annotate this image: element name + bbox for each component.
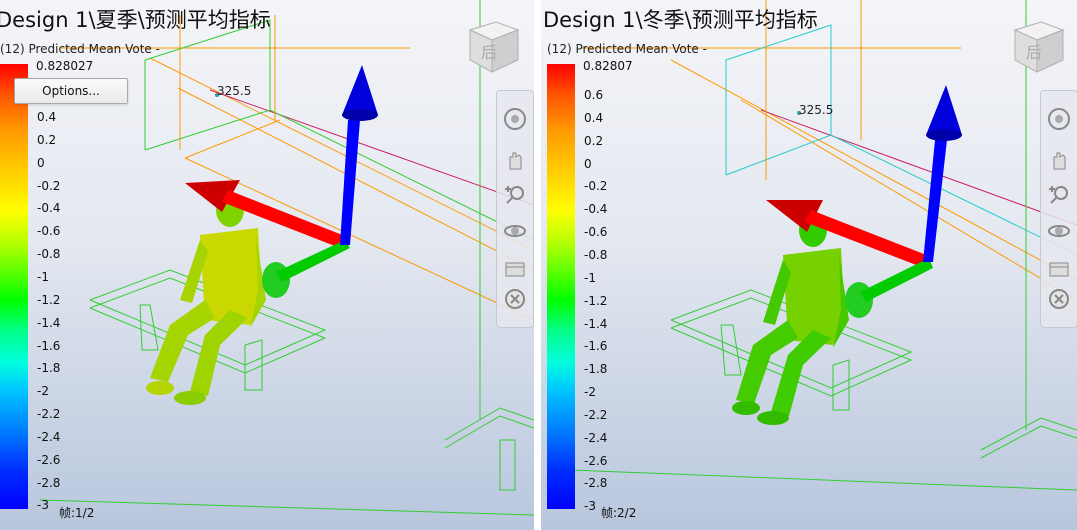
pan-icon[interactable] — [1045, 147, 1073, 175]
legend-tick: -1.2 — [37, 292, 61, 307]
axis-y-shaft — [276, 240, 350, 282]
rewind-icon[interactable] — [501, 285, 529, 313]
orbit-icon[interactable] — [501, 217, 529, 245]
legend-max-label: 0.82807 — [583, 59, 633, 73]
legend-tick: 0 — [584, 156, 592, 171]
bench-wire — [832, 359, 850, 411]
legend-tick: -0.8 — [37, 247, 61, 262]
legend-tick: -2.8 — [584, 476, 608, 491]
frame-counter: 帧:1/2 — [59, 506, 95, 520]
legend-tick: -2.2 — [37, 407, 61, 422]
legend-tick: -0.8 — [584, 247, 608, 262]
legend-tick: -0.2 — [37, 178, 61, 193]
viewcube-icon[interactable]: 后 — [462, 14, 524, 76]
bench-wire — [244, 339, 263, 391]
dimension-label: 325.5 — [799, 103, 833, 117]
legend-tick: -2 — [584, 385, 596, 400]
dimension-label: 325.5 — [217, 84, 251, 98]
legend-tick: -2.4 — [37, 429, 61, 444]
legend-tick: -2.2 — [584, 407, 608, 422]
viewcube-face-label: 后 — [481, 43, 497, 62]
legend-tick: -1.2 — [584, 293, 608, 308]
legend-tick: -0.2 — [584, 179, 608, 194]
bench-wire — [980, 417, 1077, 451]
viewcube-icon[interactable]: 后 — [1007, 14, 1069, 76]
frame-counter: 帧:2/2 — [601, 506, 637, 520]
legend-tick: -1 — [584, 270, 596, 285]
wire-line — [184, 119, 281, 159]
wire-line — [570, 469, 1077, 491]
legend-tick: -1.4 — [37, 315, 61, 330]
legend-tick: -2.6 — [37, 452, 61, 467]
manikin — [732, 213, 873, 425]
options-button[interactable]: Options... — [14, 78, 128, 104]
legend-tick: 0.6 — [584, 88, 604, 102]
bench-wire — [499, 439, 516, 491]
zoom-icon[interactable] — [501, 181, 529, 209]
legend-tick: 0.4 — [37, 110, 57, 124]
legend-ticks: 0.82807 0.6 0.4 0.2 0 -0.2 -0.4 -0.6 -0.… — [541, 0, 633, 530]
show-motion-icon[interactable] — [501, 255, 529, 283]
legend-tick: -2.6 — [584, 453, 608, 468]
legend-tick: -0.4 — [37, 201, 61, 216]
axis-z-cone — [926, 85, 962, 135]
legend-tick: 0.2 — [37, 132, 57, 147]
steering-wheel-icon[interactable] — [1045, 105, 1073, 133]
legend-tick: -3 — [37, 498, 49, 513]
legend-tick: -1.4 — [584, 316, 608, 331]
steering-wheel-icon[interactable] — [501, 105, 529, 133]
legend-tick: 0.2 — [584, 133, 604, 148]
show-motion-icon[interactable] — [1045, 255, 1073, 283]
viewcube-face-label: 后 — [1026, 43, 1042, 62]
axis-z-cone — [342, 65, 378, 115]
legend-tick: -0.6 — [584, 225, 608, 240]
legend-tick: 0 — [37, 155, 45, 170]
zoom-icon[interactable] — [1045, 181, 1073, 209]
legend-tick: -1.6 — [37, 338, 61, 353]
axis-z-shaft — [340, 120, 360, 245]
legend-tick: -1.8 — [37, 361, 61, 376]
wire-line — [39, 499, 534, 516]
orbit-icon[interactable] — [1045, 217, 1073, 245]
legend-tick: -2 — [37, 384, 49, 399]
manikin — [146, 193, 290, 405]
pan-icon[interactable] — [501, 147, 529, 175]
bench-wire — [444, 407, 534, 441]
legend-tick: -1 — [37, 269, 49, 284]
legend-max-label: 0.828027 — [36, 59, 94, 73]
legend-tick: -1.6 — [584, 339, 608, 354]
legend-tick: 0.4 — [584, 110, 604, 125]
navigation-bar — [496, 90, 534, 328]
viewport-summer[interactable]: 325.5 Design 1\夏季\预测平均指标 (12) Predicted … — [0, 0, 534, 530]
navigation-bar — [1040, 90, 1077, 328]
legend-tick: -3 — [584, 499, 596, 514]
legend-tick: -0.4 — [584, 202, 608, 217]
legend-tick: -1.8 — [584, 362, 608, 377]
viewport-winter[interactable]: 325.5 Design 1\冬季\预测平均指标 (12) Predicted … — [541, 0, 1077, 530]
viewport-divider — [534, 0, 541, 530]
legend-tick: -2.4 — [584, 430, 608, 445]
legend-tick: -2.8 — [37, 475, 61, 490]
legend-tick: -0.6 — [37, 224, 61, 239]
rewind-icon[interactable] — [1045, 285, 1073, 313]
axis-y-shaft — [860, 258, 933, 302]
axis-z-shaft — [923, 140, 947, 262]
